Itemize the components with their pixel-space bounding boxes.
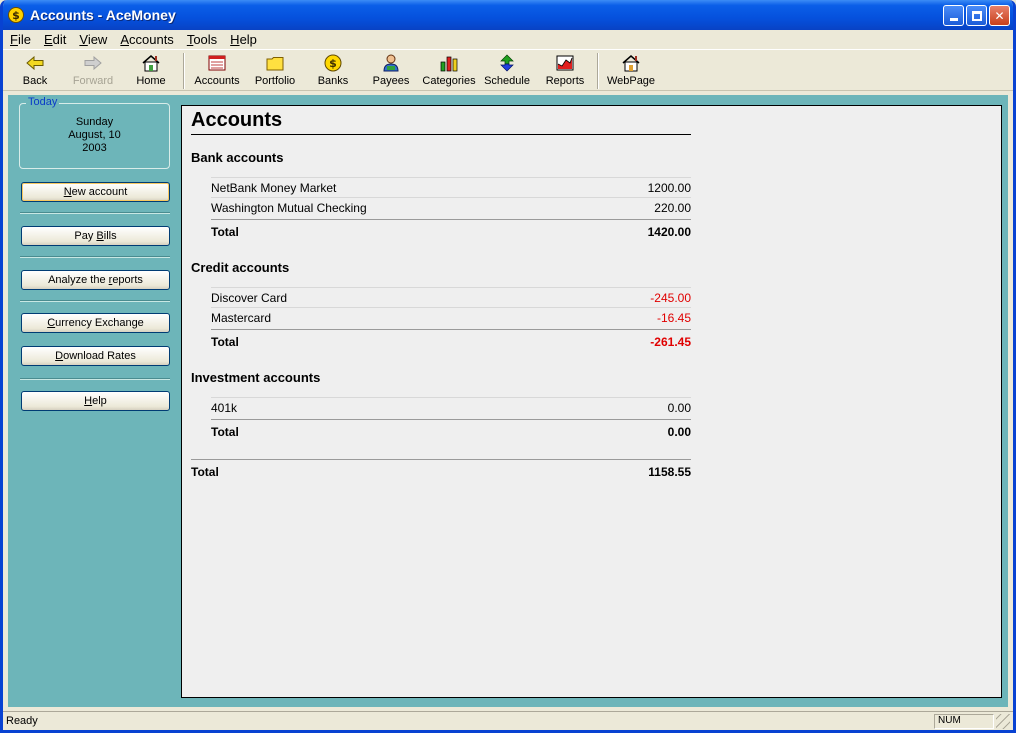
accounts-button[interactable]: Accounts — [188, 50, 246, 91]
account-balance: 1200.00 — [647, 180, 691, 195]
menu-help[interactable]: Help — [223, 32, 263, 47]
menu-edit[interactable]: Edit — [37, 32, 72, 47]
webpage-house-icon — [621, 54, 641, 72]
status-text: Ready — [6, 715, 38, 727]
total-label: Total — [211, 424, 239, 439]
help-button[interactable]: Help — [21, 391, 170, 411]
num-lock-indicator: NUM — [934, 713, 994, 729]
today-weekday: Sunday — [75, 116, 114, 128]
today-year: 2003 — [82, 142, 107, 154]
total-amount: 0.00 — [667, 424, 691, 439]
resize-grip-icon[interactable] — [996, 713, 1010, 729]
account-row[interactable]: Mastercard -16.45 — [211, 307, 691, 327]
download-rates-button[interactable]: Download Rates — [21, 346, 170, 366]
account-name: NetBank Money Market — [211, 180, 337, 195]
pay-bills-button[interactable]: Pay Bills — [21, 226, 170, 246]
section-title-investment: Investment accounts — [191, 370, 321, 385]
payees-button[interactable]: Payees — [362, 50, 420, 91]
account-name: Discover Card — [211, 290, 288, 305]
menu-bar: File Edit View Accounts Tools Help — [3, 30, 1013, 48]
account-row[interactable]: NetBank Money Market 1200.00 — [211, 177, 691, 197]
sidebar-divider — [20, 300, 170, 302]
webpage-button[interactable]: WebPage — [602, 50, 660, 91]
acemoney-app-icon[interactable]: $ — [8, 7, 24, 23]
maximize-icon — [971, 10, 982, 21]
app-window: $ Accounts - AceMoney ✕ File Edit View A… — [0, 0, 1016, 733]
page-title: Accounts — [191, 109, 691, 135]
accounts-summary-view: Accounts Bank accounts NetBank Money Mar… — [181, 105, 1002, 698]
account-name: Mastercard — [211, 310, 272, 325]
grand-total-row: Total 1158.55 — [191, 459, 691, 483]
close-button[interactable]: ✕ — [989, 5, 1010, 26]
title-bar[interactable]: $ Accounts - AceMoney ✕ — [3, 0, 1013, 30]
new-account-button[interactable]: New account — [21, 182, 170, 202]
section-total-row: Total 0.00 — [211, 419, 691, 443]
maximize-button[interactable] — [966, 5, 987, 26]
today-groupbox: Today Sunday August, 10 2003 — [19, 96, 170, 169]
window-title: Accounts - AceMoney — [30, 7, 176, 23]
sidebar-divider — [20, 256, 170, 258]
account-balance: 220.00 — [654, 200, 691, 215]
forward-arrow-icon — [83, 54, 103, 72]
analyze-reports-button[interactable]: Analyze the r eports — [21, 270, 170, 290]
menu-tools[interactable]: Tools — [180, 32, 223, 47]
close-icon: ✕ — [994, 8, 1005, 23]
sidebar-divider — [20, 212, 170, 214]
account-row[interactable]: 401k 0.00 — [211, 397, 691, 417]
back-arrow-icon — [25, 54, 45, 72]
sidebar-divider — [20, 378, 170, 380]
home-button[interactable]: Home — [122, 50, 180, 91]
minimize-icon — [949, 18, 958, 21]
section-title-credit: Credit accounts — [191, 260, 290, 275]
toolbar-separator — [183, 53, 185, 89]
portfolio-button[interactable]: Portfolio — [246, 50, 304, 91]
section-total-row: Total 1420.00 — [211, 219, 691, 243]
reports-chart-icon — [555, 54, 575, 72]
svg-text:$: $ — [329, 57, 337, 70]
grand-total-amount: 1158.55 — [648, 464, 691, 479]
total-label: Total — [211, 224, 239, 239]
menu-view[interactable]: View — [72, 32, 113, 47]
banks-coin-icon: $ — [323, 54, 343, 72]
today-label: Today — [26, 96, 60, 108]
total-amount: 1420.00 — [647, 224, 691, 239]
today-date: August, 10 — [68, 129, 121, 141]
schedule-button[interactable]: Schedule — [478, 50, 536, 91]
accounts-ledger-icon — [207, 54, 227, 72]
grand-total-label: Total — [191, 464, 219, 479]
menu-accounts[interactable]: Accounts — [113, 32, 179, 47]
home-icon — [141, 54, 161, 72]
forward-button[interactable]: Forward — [64, 50, 122, 91]
banks-button[interactable]: $ Banks — [304, 50, 362, 91]
account-balance: -16.45 — [656, 310, 691, 325]
payees-person-icon — [381, 54, 401, 72]
account-balance: 0.00 — [667, 400, 691, 415]
portfolio-folder-icon — [265, 54, 285, 72]
total-label: Total — [211, 334, 239, 349]
status-bar: Ready NUM — [3, 711, 1013, 730]
currency-exchange-button[interactable]: Currency Exchange — [21, 313, 170, 333]
section-title-bank: Bank accounts — [191, 150, 284, 165]
account-name: Washington Mutual Checking — [211, 200, 367, 215]
schedule-arrows-icon — [497, 54, 517, 72]
account-row[interactable]: Discover Card -245.00 — [211, 287, 691, 307]
toolbar-separator — [597, 53, 599, 89]
back-button[interactable]: Back — [6, 50, 64, 91]
categories-button[interactable]: Categories — [420, 50, 478, 91]
toolbar: Back Forward Home Accounts Portfolio $ B… — [3, 49, 1013, 91]
total-amount: -261.45 — [650, 334, 691, 349]
categories-bars-icon — [439, 54, 459, 72]
reports-button[interactable]: Reports — [536, 50, 594, 91]
menu-file[interactable]: File — [3, 32, 37, 47]
section-total-row: Total -261.45 — [211, 329, 691, 353]
account-row[interactable]: Washington Mutual Checking 220.00 — [211, 197, 691, 217]
minimize-button[interactable] — [943, 5, 964, 26]
account-name: 401k — [211, 400, 238, 415]
account-balance: -245.00 — [650, 290, 691, 305]
